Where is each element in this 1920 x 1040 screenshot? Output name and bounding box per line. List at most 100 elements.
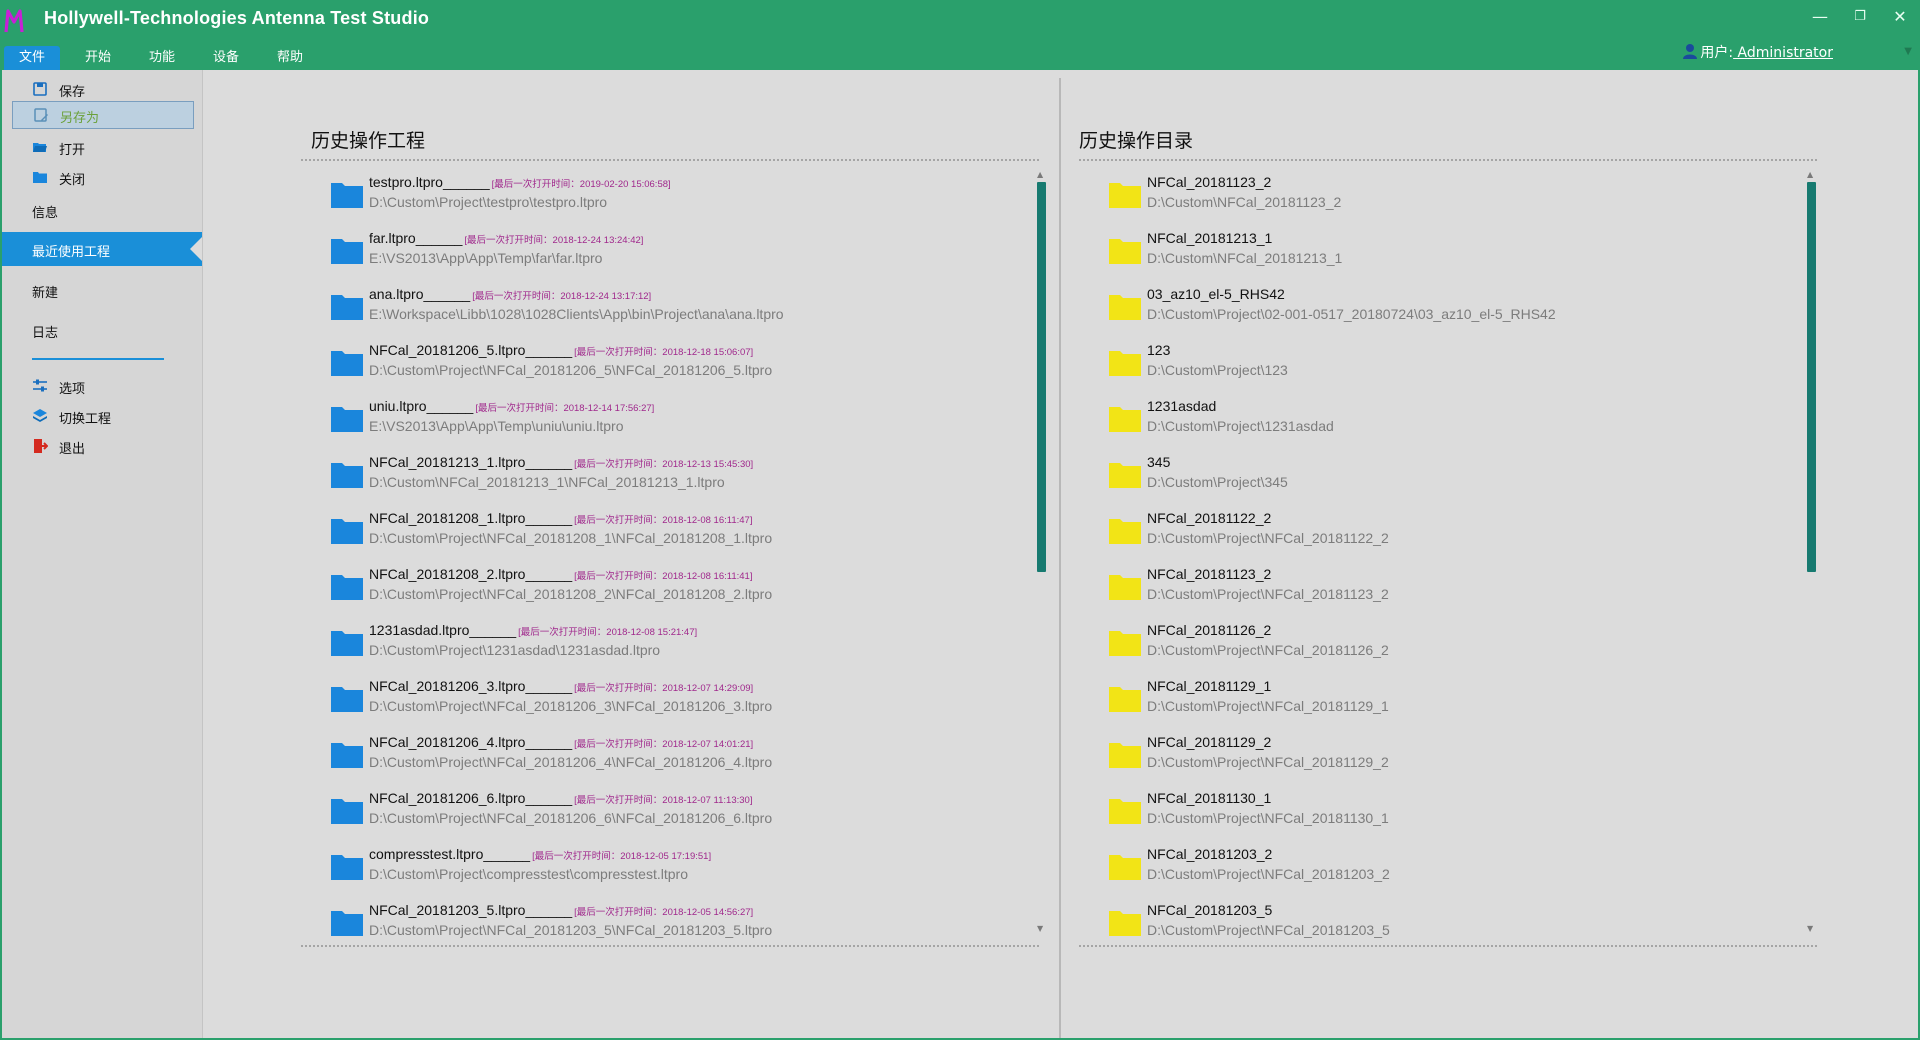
item-separator: ______ — [525, 566, 573, 582]
item-name: NFCal_20181206_6.ltpro______ [最后一次打开时间：20… — [369, 790, 752, 806]
directory-list-item[interactable]: NFCal_20181213_1 D:\Custom\NFCal_20181213… — [1079, 226, 1803, 282]
directory-list-item[interactable]: NFCal_20181203_2 D:\Custom\Project\NFCal_… — [1079, 842, 1803, 898]
project-list-item[interactable]: far.ltpro______ [最后一次打开时间：2018-12-24 13:2… — [301, 226, 1031, 282]
scroll-up-arrow-icon[interactable]: ▲ — [1037, 170, 1043, 179]
item-name: 1231asdad.ltpro______ [最后一次打开时间：2018-12-0… — [369, 622, 697, 638]
item-name: NFCal_20181208_2.ltpro______ [最后一次打开时间：20… — [369, 566, 752, 582]
selection-notch — [190, 237, 202, 261]
item-name-text: NFCal_20181208_2.ltpro — [369, 566, 526, 582]
project-list-item[interactable]: 1231asdad.ltpro______ [最后一次打开时间：2018-12-0… — [301, 618, 1031, 674]
directory-list-item[interactable]: 345 D:\Custom\Project\345 — [1079, 450, 1803, 506]
menu-file[interactable]: 文件 — [4, 46, 60, 70]
directory-list-item[interactable]: 1231asdad D:\Custom\Project\1231asdad — [1079, 394, 1803, 450]
item-path: D:\Custom\Project\NFCal_20181208_1\NFCal… — [369, 530, 773, 546]
directory-list-item[interactable]: 03_az10_el-5_RHS42 D:\Custom\Project\02-0… — [1079, 282, 1803, 338]
project-list-item[interactable]: NFCal_20181203_5.ltpro______ [最后一次打开时间：20… — [301, 898, 1031, 940]
yellow-folder-icon — [1109, 463, 1141, 488]
menu-help[interactable]: 帮助 — [262, 46, 318, 70]
close-button[interactable]: ✕ — [1882, 4, 1918, 30]
directory-list-item[interactable]: NFCal_20181129_1 D:\Custom\Project\NFCal_… — [1079, 674, 1803, 730]
item-name: 03_az10_el-5_RHS42 — [1147, 286, 1285, 302]
save-as-icon — [34, 108, 48, 122]
item-name-text: NFCal_20181206_5.ltpro — [369, 342, 526, 358]
sidebar-item-info[interactable]: 信息 — [32, 202, 58, 221]
item-name-text: NFCal_20181203_5 — [1147, 902, 1273, 918]
history-projects-list: testpro.ltpro______ [最后一次打开时间：2019-02-20 … — [301, 170, 1031, 940]
item-path: D:\Custom\NFCal_20181213_1 — [1147, 250, 1343, 266]
directory-list-item[interactable]: NFCal_20181126_2 D:\Custom\Project\NFCal_… — [1079, 618, 1803, 674]
scroll-down-arrow-icon[interactable]: ▼ — [1037, 924, 1043, 933]
item-name-text: NFCal_20181206_3.ltpro — [369, 678, 526, 694]
item-name: NFCal_20181206_3.ltpro______ [最后一次打开时间：20… — [369, 678, 753, 694]
sidebar-item-switch-project[interactable]: 切换工程 — [2, 402, 202, 430]
menu-function[interactable]: 功能 — [134, 46, 190, 70]
project-list-item[interactable]: NFCal_20181206_6.ltpro______ [最后一次打开时间：20… — [301, 786, 1031, 842]
sidebar-item-recent-projects[interactable]: 最近使用工程 — [2, 232, 202, 266]
project-list-item[interactable]: uniu.ltpro______ [最后一次打开时间：2018-12-14 17:… — [301, 394, 1031, 450]
sidebar-item-label: 保存 — [59, 85, 86, 100]
sidebar-item-label: 最近使用工程 — [32, 245, 111, 260]
item-path: E:\Workspace\Libb\1028\1028Clients\App\b… — [369, 306, 784, 322]
blue-folder-icon — [331, 463, 363, 488]
item-name: NFCal_20181206_4.ltpro______ [最后一次打开时间：20… — [369, 734, 753, 750]
directory-list-item[interactable]: NFCal_20181123_2 D:\Custom\NFCal_20181123… — [1079, 170, 1803, 226]
scroll-down-arrow-icon[interactable]: ▼ — [1807, 924, 1813, 933]
project-list-item[interactable]: compresstest.ltpro______ [最后一次打开时间：2018-1… — [301, 842, 1031, 898]
scrollbar-thumb[interactable] — [1037, 182, 1046, 572]
blue-folder-icon — [331, 351, 363, 376]
sidebar-item-log[interactable]: 日志 — [32, 322, 58, 341]
item-separator: ______ — [525, 902, 573, 918]
title-divider — [301, 159, 1039, 161]
item-name-text: 345 — [1147, 454, 1171, 470]
sidebar-item-options[interactable]: 选项 — [2, 372, 202, 400]
directory-list-item[interactable]: NFCal_20181122_2 D:\Custom\Project\NFCal_… — [1079, 506, 1803, 562]
sidebar-item-open[interactable]: 打开 — [2, 133, 202, 161]
item-path: D:\Custom\Project\NFCal_20181130_1 — [1147, 810, 1389, 826]
directory-list-item[interactable]: NFCal_20181129_2 D:\Custom\Project\NFCal_… — [1079, 730, 1803, 786]
open-folder-icon — [33, 143, 47, 152]
sidebar-item-save-as[interactable]: 另存为 — [12, 101, 194, 129]
menu-device[interactable]: 设备 — [198, 46, 254, 70]
panel-splitter[interactable] — [1059, 78, 1061, 1038]
project-list-item[interactable]: NFCal_20181208_1.ltpro______ [最后一次打开时间：20… — [301, 506, 1031, 562]
project-list-item[interactable]: ana.ltpro______ [最后一次打开时间：2018-12-24 13:1… — [301, 282, 1031, 338]
sidebar-item-exit[interactable]: 退出 — [2, 432, 202, 460]
item-name-text: NFCal_20181129_1 — [1147, 678, 1272, 694]
project-list-item[interactable]: testpro.ltpro______ [最后一次打开时间：2019-02-20 … — [301, 170, 1031, 226]
directory-list-item[interactable]: NFCal_20181130_1 D:\Custom\Project\NFCal_… — [1079, 786, 1803, 842]
directory-list-item[interactable]: NFCal_20181123_2 D:\Custom\Project\NFCal_… — [1079, 562, 1803, 618]
minimize-button[interactable]: — — [1802, 4, 1838, 30]
item-separator: ______ — [415, 230, 463, 246]
last-opened-time: [最后一次打开时间：2019-02-20 15:06:58] — [491, 179, 671, 190]
project-list-item[interactable]: NFCal_20181206_4.ltpro______ [最后一次打开时间：20… — [301, 730, 1031, 786]
item-path: D:\Custom\Project\NFCal_20181122_2 — [1147, 530, 1389, 546]
restore-button[interactable]: ❐ — [1842, 4, 1878, 30]
directory-list-item[interactable]: 123 D:\Custom\Project\123 — [1079, 338, 1803, 394]
project-list-item[interactable]: NFCal_20181206_5.ltpro______ [最后一次打开时间：20… — [301, 338, 1031, 394]
scrollbar-thumb[interactable] — [1807, 182, 1816, 572]
project-list-item[interactable]: NFCal_20181213_1.ltpro______ [最后一次打开时间：20… — [301, 450, 1031, 506]
app-logo-icon — [4, 9, 24, 33]
item-name-text: ana.ltpro — [369, 286, 424, 302]
item-path: D:\Custom\Project\NFCal_20181203_5\NFCal… — [369, 922, 773, 938]
yellow-folder-icon — [1109, 799, 1141, 824]
item-name: NFCal_20181206_5.ltpro______ [最后一次打开时间：20… — [369, 342, 753, 358]
last-opened-time: [最后一次打开时间：2018-12-18 15:06:07] — [574, 347, 754, 358]
project-list-item[interactable]: NFCal_20181206_3.ltpro______ [最后一次打开时间：20… — [301, 674, 1031, 730]
last-opened-time: [最后一次打开时间：2018-12-08 16:11:47] — [574, 515, 753, 526]
yellow-folder-icon — [1109, 351, 1141, 376]
project-list-item[interactable]: NFCal_20181208_2.ltpro______ [最后一次打开时间：20… — [301, 562, 1031, 618]
blue-folder-icon — [331, 519, 363, 544]
user-link[interactable]: 用户: Administrator — [1682, 42, 1833, 62]
blue-folder-icon — [331, 743, 363, 768]
sidebar-item-new[interactable]: 新建 — [32, 282, 58, 301]
list-bottom-divider — [1079, 945, 1817, 947]
item-separator: ______ — [442, 174, 490, 190]
chevron-down-icon[interactable]: ▼ — [1904, 46, 1912, 57]
sidebar-item-close[interactable]: 关闭 — [2, 163, 202, 191]
directory-list-item[interactable]: NFCal_20181203_5 D:\Custom\Project\NFCal_… — [1079, 898, 1803, 940]
scroll-up-arrow-icon[interactable]: ▲ — [1807, 170, 1813, 179]
menu-start[interactable]: 开始 — [70, 46, 126, 70]
sidebar-item-save[interactable]: 保存 — [2, 75, 202, 103]
yellow-folder-icon — [1109, 239, 1141, 264]
